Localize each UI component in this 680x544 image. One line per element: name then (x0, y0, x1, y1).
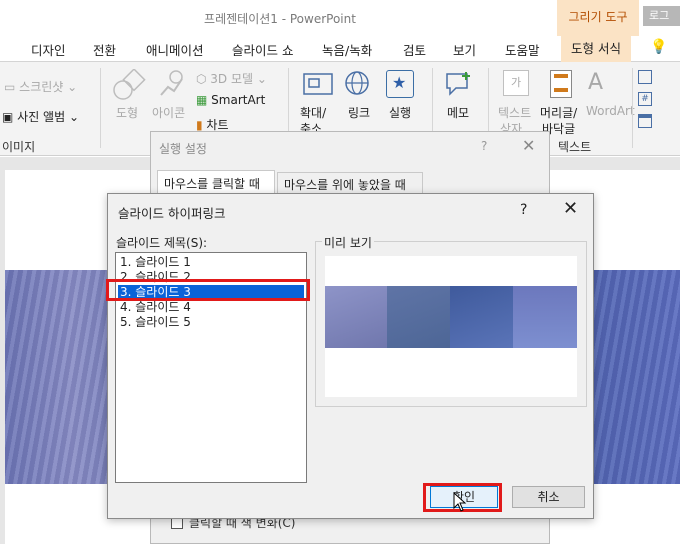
tab-review[interactable]: 검토 (403, 40, 426, 59)
wordart-button[interactable]: WordArt (586, 104, 635, 118)
tab-mouse-click[interactable]: 마우스를 클릭할 때 (157, 170, 275, 194)
list-item[interactable]: 5. 슬라이드 5 (118, 315, 304, 330)
close-icon[interactable]: ✕ (522, 136, 535, 155)
preview-photo-2 (387, 286, 450, 348)
comment-icon (446, 72, 470, 96)
help-icon[interactable]: ? (481, 139, 487, 153)
chart-icon: ▮ (196, 118, 207, 132)
contextual-tab-drawing-tools: 그리기 도구 (557, 0, 639, 36)
link-icon (345, 71, 369, 95)
preview-photo-1 (325, 286, 387, 348)
app-title: 프레젠테이션1 - PowerPoint (204, 12, 356, 26)
help-icon[interactable]: ? (520, 202, 527, 218)
group-label-images: 이미지 (2, 140, 36, 154)
close-icon[interactable]: ✕ (563, 198, 578, 219)
textbox-button-line1[interactable]: 텍스트 (498, 104, 531, 121)
ribbon-tab-bar: 디자인 전환 애니메이션 슬라이드 쇼 녹음/녹화 검토 보기 도움말 도형 서… (0, 36, 680, 62)
zoom-icon (303, 73, 333, 95)
screenshot-button[interactable]: ▭ 스크린샷 ⌄ (4, 78, 77, 95)
tab-record[interactable]: 녹음/녹화 (322, 40, 372, 59)
action-icon: ★ (386, 70, 414, 98)
icons-button[interactable]: 아이콘 (152, 104, 185, 121)
group-label-text: 텍스트 (558, 140, 592, 154)
divider (100, 68, 101, 148)
cancel-button[interactable]: 취소 (512, 486, 585, 508)
3d-models-button[interactable]: ⬡ 3D 모델 ⌄ (196, 70, 267, 87)
mouse-cursor-icon (453, 492, 467, 512)
tab-help[interactable]: 도움말 (505, 40, 540, 59)
divider (632, 68, 633, 148)
object-icon[interactable] (638, 114, 652, 128)
cube-icon: ⬡ (196, 72, 211, 86)
login-button[interactable]: 로그 (643, 6, 680, 26)
action-settings-title: 실행 설정 (159, 142, 207, 156)
slide-hyperlink-dialog: 슬라이드 하이퍼링크 ? ✕ 슬라이드 제목(S): 1. 슬라이드 1 2. … (107, 193, 594, 519)
tab-shape-format[interactable]: 도형 서식 (561, 36, 631, 62)
header-footer-button-line1[interactable]: 머리글/ (540, 104, 577, 121)
preview-photo-4 (513, 286, 577, 348)
zoom-button-line1[interactable]: 확대/ (300, 104, 326, 121)
icons-icon (160, 70, 183, 96)
smartart-label: SmartArt (211, 93, 266, 107)
header-footer-icon (550, 70, 572, 98)
date-time-icon[interactable] (638, 70, 652, 84)
wordart-icon: A (588, 70, 604, 95)
tab-view[interactable]: 보기 (453, 40, 476, 59)
tab-mouse-over[interactable]: 마우스를 위에 놓았을 때 (277, 172, 423, 194)
textbox-icon: 가 (503, 70, 529, 96)
3d-models-label: 3D 모델 (210, 72, 254, 86)
lightbulb-icon[interactable]: 💡 (650, 39, 667, 55)
preview-photo-3 (450, 286, 513, 348)
chart-label: 차트 (206, 118, 229, 132)
list-item[interactable]: 4. 슬라이드 4 (118, 300, 304, 315)
preview-slide-thumbnail (325, 256, 577, 397)
action-button[interactable]: 실행 (389, 104, 411, 121)
dialog-title: 슬라이드 하이퍼링크 (118, 206, 226, 221)
shapes-button[interactable]: 도형 (116, 104, 138, 121)
comment-button[interactable]: 메모 (447, 104, 469, 121)
link-button[interactable]: 링크 (348, 104, 370, 121)
photo-album-button[interactable]: ▣ 사진 앨범 ⌄ (2, 108, 79, 125)
smartart-button[interactable]: ▦ SmartArt (196, 93, 265, 107)
slide-title-label: 슬라이드 제목(S): (116, 236, 208, 250)
photo-album-icon: ▣ (2, 110, 18, 124)
tab-design[interactable]: 디자인 (31, 40, 66, 59)
slide-number-icon[interactable]: # (638, 92, 652, 106)
preview-label: 미리 보기 (322, 234, 374, 251)
screenshot-icon: ▭ (4, 80, 20, 94)
title-bar: 프레젠테이션1 - PowerPoint 그리기 도구 로그 (0, 0, 680, 36)
shapes-icon (113, 69, 146, 100)
photo-album-label: 사진 앨범 (17, 110, 66, 124)
screenshot-label: 스크린샷 (19, 80, 64, 94)
tab-slideshow[interactable]: 슬라이드 쇼 (232, 40, 293, 59)
tab-transitions[interactable]: 전환 (93, 40, 116, 59)
tab-animations[interactable]: 애니메이션 (146, 40, 204, 59)
smartart-icon: ▦ (196, 93, 212, 107)
list-item[interactable]: 1. 슬라이드 1 (118, 255, 304, 270)
highlight-box-selected-slide (106, 279, 310, 301)
